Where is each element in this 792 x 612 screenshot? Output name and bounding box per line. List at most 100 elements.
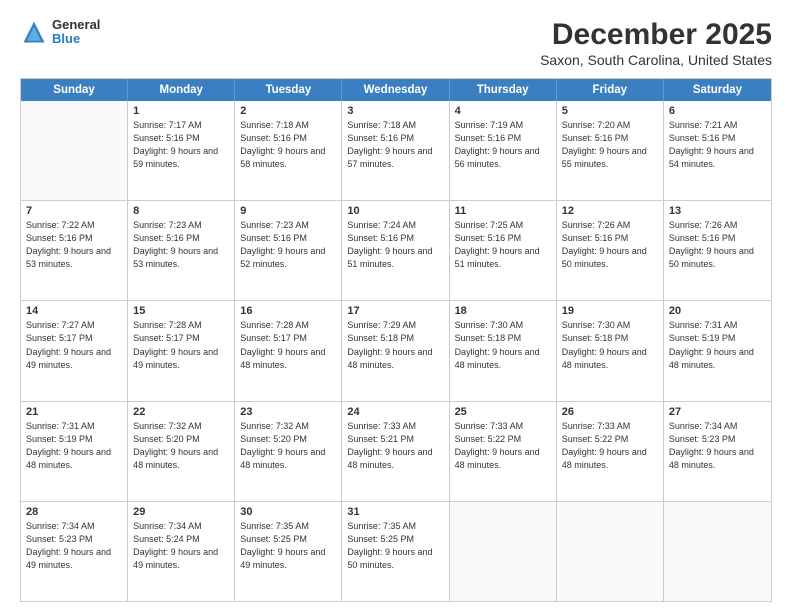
day-info: Sunrise: 7:26 AM Sunset: 5:16 PM Dayligh…: [669, 219, 766, 271]
logo-icon: [20, 18, 48, 46]
cal-header-friday: Friday: [557, 79, 664, 101]
day-number: 18: [455, 305, 551, 317]
day-info: Sunrise: 7:27 AM Sunset: 5:17 PM Dayligh…: [26, 319, 122, 371]
day-number: 26: [562, 406, 658, 418]
logo-blue-text: Blue: [52, 32, 100, 46]
calendar-cell: 21 Sunrise: 7:31 AM Sunset: 5:19 PM Dayli…: [21, 402, 128, 501]
calendar-cell: 22 Sunrise: 7:32 AM Sunset: 5:20 PM Dayli…: [128, 402, 235, 501]
calendar-cell: 31 Sunrise: 7:35 AM Sunset: 5:25 PM Dayli…: [342, 502, 449, 601]
calendar-cell: 17Sunrise: 7:29 AM Sunset: 5:18 PM Dayli…: [342, 301, 449, 400]
day-info: Sunrise: 7:34 AM Sunset: 5:23 PM Dayligh…: [26, 520, 122, 572]
day-info: Sunrise: 7:18 AM Sunset: 5:16 PM Dayligh…: [347, 119, 443, 171]
logo: General Blue: [20, 18, 100, 47]
day-info: Sunrise: 7:33 AM Sunset: 5:22 PM Dayligh…: [455, 420, 551, 472]
calendar-cell: 26 Sunrise: 7:33 AM Sunset: 5:22 PM Dayli…: [557, 402, 664, 501]
day-info: Sunrise: 7:30 AM Sunset: 5:18 PM Dayligh…: [562, 319, 658, 371]
cal-header-tuesday: Tuesday: [235, 79, 342, 101]
calendar-cell: 3 Sunrise: 7:18 AM Sunset: 5:16 PM Daylig…: [342, 101, 449, 200]
day-info: Sunrise: 7:24 AM Sunset: 5:16 PM Dayligh…: [347, 219, 443, 271]
day-number: 22: [133, 406, 229, 418]
day-number: 21: [26, 406, 122, 418]
day-number: 27: [669, 406, 766, 418]
calendar-cell: 13 Sunrise: 7:26 AM Sunset: 5:16 PM Dayli…: [664, 201, 771, 300]
calendar-cell: 24Sunrise: 7:33 AM Sunset: 5:21 PM Dayli…: [342, 402, 449, 501]
day-number: 9: [240, 205, 336, 217]
calendar-cell: [21, 101, 128, 200]
day-number: 7: [26, 205, 122, 217]
title-block: December 2025 Saxon, South Carolina, Uni…: [540, 18, 772, 68]
calendar-cell: 27 Sunrise: 7:34 AM Sunset: 5:23 PM Dayli…: [664, 402, 771, 501]
day-number: 25: [455, 406, 551, 418]
cal-header-sunday: Sunday: [21, 79, 128, 101]
calendar-cell: 30 Sunrise: 7:35 AM Sunset: 5:25 PM Dayli…: [235, 502, 342, 601]
calendar-week-1: 1Sunrise: 7:17 AM Sunset: 5:16 PM Daylig…: [21, 101, 771, 201]
calendar-cell: 2 Sunrise: 7:18 AM Sunset: 5:16 PM Daylig…: [235, 101, 342, 200]
day-number: 28: [26, 506, 122, 518]
calendar-cell: 1Sunrise: 7:17 AM Sunset: 5:16 PM Daylig…: [128, 101, 235, 200]
cal-header-wednesday: Wednesday: [342, 79, 449, 101]
day-number: 2: [240, 105, 336, 117]
day-info: Sunrise: 7:34 AM Sunset: 5:24 PM Dayligh…: [133, 520, 229, 572]
day-number: 23: [240, 406, 336, 418]
day-number: 8: [133, 205, 229, 217]
calendar-cell: 16Sunrise: 7:28 AM Sunset: 5:17 PM Dayli…: [235, 301, 342, 400]
day-number: 5: [562, 105, 658, 117]
day-number: 24: [347, 406, 443, 418]
calendar-cell: 15Sunrise: 7:28 AM Sunset: 5:17 PM Dayli…: [128, 301, 235, 400]
calendar-cell: 20 Sunrise: 7:31 AM Sunset: 5:19 PM Dayli…: [664, 301, 771, 400]
day-number: 15: [133, 305, 229, 317]
day-number: 19: [562, 305, 658, 317]
day-info: Sunrise: 7:32 AM Sunset: 5:20 PM Dayligh…: [133, 420, 229, 472]
day-number: 14: [26, 305, 122, 317]
calendar-cell: [557, 502, 664, 601]
day-info: Sunrise: 7:31 AM Sunset: 5:19 PM Dayligh…: [669, 319, 766, 371]
day-info: Sunrise: 7:34 AM Sunset: 5:23 PM Dayligh…: [669, 420, 766, 472]
calendar-cell: 7Sunrise: 7:22 AM Sunset: 5:16 PM Daylig…: [21, 201, 128, 300]
day-info: Sunrise: 7:23 AM Sunset: 5:16 PM Dayligh…: [133, 219, 229, 271]
cal-header-saturday: Saturday: [664, 79, 771, 101]
day-number: 4: [455, 105, 551, 117]
cal-header-thursday: Thursday: [450, 79, 557, 101]
day-info: Sunrise: 7:33 AM Sunset: 5:22 PM Dayligh…: [562, 420, 658, 472]
calendar-cell: [450, 502, 557, 601]
day-info: Sunrise: 7:26 AM Sunset: 5:16 PM Dayligh…: [562, 219, 658, 271]
logo-general-text: General: [52, 18, 100, 32]
day-number: 13: [669, 205, 766, 217]
day-info: Sunrise: 7:35 AM Sunset: 5:25 PM Dayligh…: [347, 520, 443, 572]
day-number: 10: [347, 205, 443, 217]
calendar-cell: 11 Sunrise: 7:25 AM Sunset: 5:16 PM Dayli…: [450, 201, 557, 300]
day-info: Sunrise: 7:35 AM Sunset: 5:25 PM Dayligh…: [240, 520, 336, 572]
day-info: Sunrise: 7:18 AM Sunset: 5:16 PM Dayligh…: [240, 119, 336, 171]
logo-text: General Blue: [52, 18, 100, 47]
day-info: Sunrise: 7:20 AM Sunset: 5:16 PM Dayligh…: [562, 119, 658, 171]
day-info: Sunrise: 7:23 AM Sunset: 5:16 PM Dayligh…: [240, 219, 336, 271]
calendar-cell: 6Sunrise: 7:21 AM Sunset: 5:16 PM Daylig…: [664, 101, 771, 200]
cal-header-monday: Monday: [128, 79, 235, 101]
calendar-week-2: 7Sunrise: 7:22 AM Sunset: 5:16 PM Daylig…: [21, 201, 771, 301]
day-number: 30: [240, 506, 336, 518]
day-info: Sunrise: 7:25 AM Sunset: 5:16 PM Dayligh…: [455, 219, 551, 271]
calendar-week-5: 28 Sunrise: 7:34 AM Sunset: 5:23 PM Dayli…: [21, 502, 771, 601]
calendar-cell: 8 Sunrise: 7:23 AM Sunset: 5:16 PM Daylig…: [128, 201, 235, 300]
day-info: Sunrise: 7:30 AM Sunset: 5:18 PM Dayligh…: [455, 319, 551, 371]
calendar-body: 1Sunrise: 7:17 AM Sunset: 5:16 PM Daylig…: [21, 101, 771, 601]
day-number: 17: [347, 305, 443, 317]
calendar-header: SundayMondayTuesdayWednesdayThursdayFrid…: [21, 79, 771, 101]
calendar-cell: 28 Sunrise: 7:34 AM Sunset: 5:23 PM Dayli…: [21, 502, 128, 601]
day-number: 16: [240, 305, 336, 317]
day-number: 1: [133, 105, 229, 117]
calendar-cell: 5 Sunrise: 7:20 AM Sunset: 5:16 PM Daylig…: [557, 101, 664, 200]
day-number: 11: [455, 205, 551, 217]
calendar-cell: 12Sunrise: 7:26 AM Sunset: 5:16 PM Dayli…: [557, 201, 664, 300]
page: General Blue December 2025 Saxon, South …: [0, 0, 792, 612]
day-info: Sunrise: 7:21 AM Sunset: 5:16 PM Dayligh…: [669, 119, 766, 171]
day-info: Sunrise: 7:31 AM Sunset: 5:19 PM Dayligh…: [26, 420, 122, 472]
calendar-cell: 10 Sunrise: 7:24 AM Sunset: 5:16 PM Dayli…: [342, 201, 449, 300]
calendar-cell: 9 Sunrise: 7:23 AM Sunset: 5:16 PM Daylig…: [235, 201, 342, 300]
day-number: 20: [669, 305, 766, 317]
calendar-cell: 4 Sunrise: 7:19 AM Sunset: 5:16 PM Daylig…: [450, 101, 557, 200]
day-info: Sunrise: 7:19 AM Sunset: 5:16 PM Dayligh…: [455, 119, 551, 171]
day-number: 3: [347, 105, 443, 117]
day-number: 31: [347, 506, 443, 518]
calendar-cell: 29Sunrise: 7:34 AM Sunset: 5:24 PM Dayli…: [128, 502, 235, 601]
